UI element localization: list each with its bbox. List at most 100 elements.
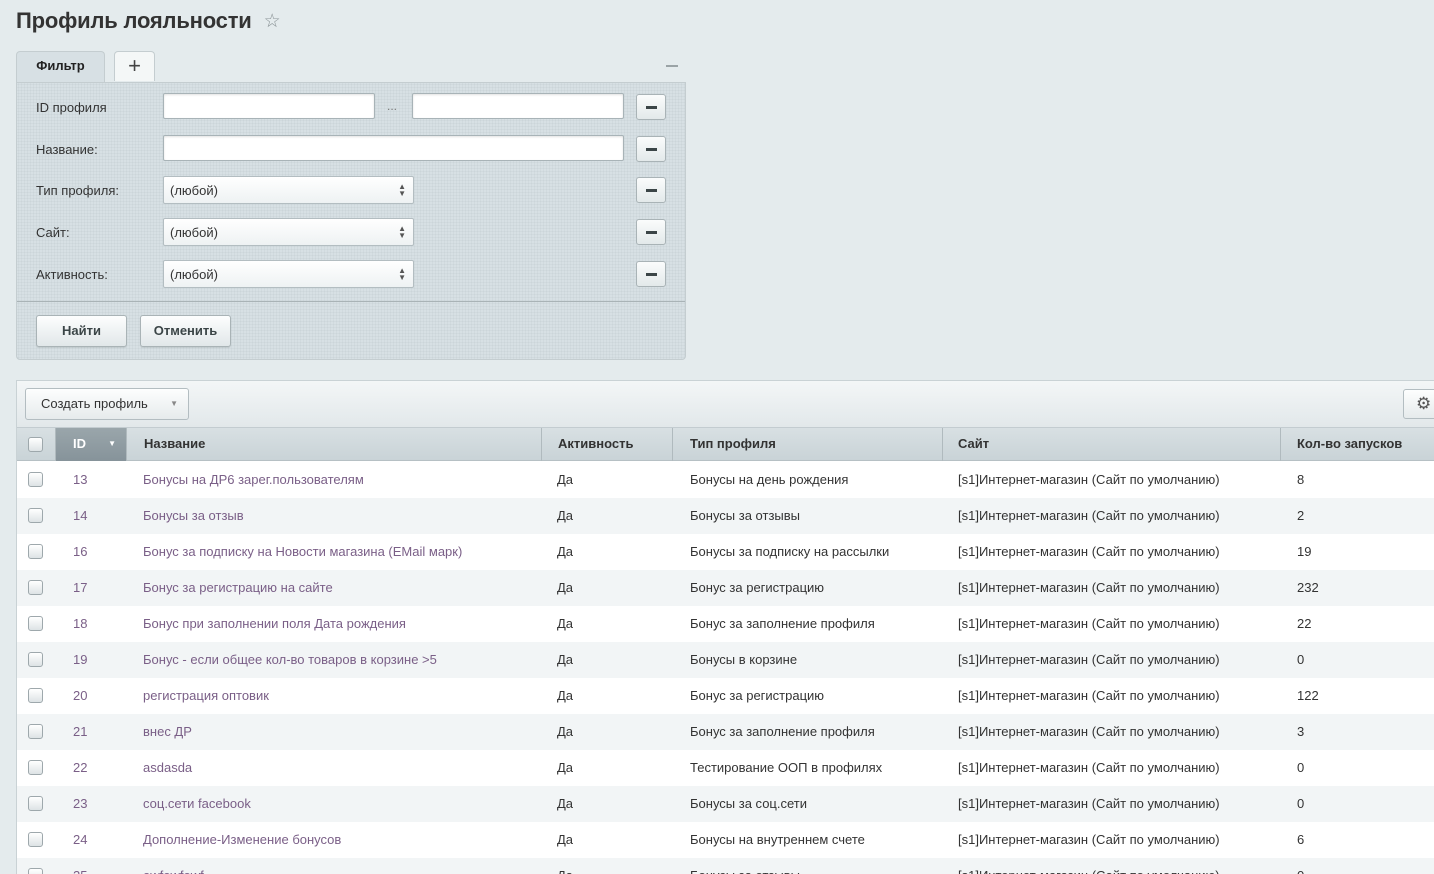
- row-type: Бонусы на внутреннем счете: [690, 832, 865, 847]
- add-filter-tab-button[interactable]: +: [114, 51, 155, 81]
- remove-field-type-button[interactable]: [636, 177, 666, 203]
- row-type: Бонусы за подписку на рассылки: [690, 544, 890, 559]
- create-profile-button[interactable]: Создать профиль ▼: [25, 388, 189, 420]
- star-icon[interactable]: ☆: [264, 12, 281, 31]
- row-checkbox[interactable]: [28, 832, 43, 847]
- row-checkbox[interactable]: [28, 508, 43, 523]
- row-checkbox[interactable]: [28, 760, 43, 775]
- row-type: Бонус за заполнение профиля: [690, 724, 875, 739]
- table-row[interactable]: 23 соц.сети facebook Да Бонусы за соц.сети […: [17, 786, 1434, 822]
- filter-panel: ID профиля ... Название: Тип профиля: (л…: [16, 82, 686, 360]
- table-row[interactable]: 16 Бонус за подписку на Новости магазина …: [17, 534, 1434, 570]
- find-button[interactable]: Найти: [36, 315, 127, 347]
- updown-arrows-icon: ▲ ▼: [398, 266, 406, 282]
- row-name-link[interactable]: Бонус за подписку на Новости магазина (E…: [143, 534, 538, 570]
- table-row[interactable]: 17 Бонус за регистрацию на сайте Да Бонус з…: [17, 570, 1434, 606]
- row-type: Бонусы на день рождения: [690, 472, 849, 487]
- row-active: Да: [557, 616, 574, 631]
- row-checkbox[interactable]: [28, 796, 43, 811]
- row-id[interactable]: 20: [73, 678, 133, 714]
- column-id[interactable]: ID ▼: [56, 428, 127, 461]
- active-select-value: (любой): [170, 267, 218, 282]
- cancel-button[interactable]: Отменить: [140, 315, 231, 347]
- row-site: [s1]Интернет-магазин (Сайт по умолчанию): [958, 724, 1220, 739]
- name-input[interactable]: [163, 135, 624, 161]
- row-checkbox[interactable]: [28, 472, 43, 487]
- filter-row-active: Активность: (любой) ▲ ▼: [17, 260, 685, 288]
- remove-field-active-button[interactable]: [636, 261, 666, 287]
- row-checkbox[interactable]: [28, 580, 43, 595]
- row-site: [s1]Интернет-магазин (Сайт по умолчанию): [958, 832, 1220, 847]
- site-select-value: (любой): [170, 225, 218, 240]
- row-name-link[interactable]: Бонусы за отзыв: [143, 498, 538, 534]
- site-select[interactable]: (любой) ▲ ▼: [163, 218, 414, 246]
- row-type: Бонусы за отзывы: [690, 858, 940, 874]
- column-site[interactable]: Сайт: [943, 428, 1281, 461]
- row-checkbox[interactable]: [28, 616, 43, 631]
- active-select[interactable]: (любой) ▲ ▼: [163, 260, 414, 288]
- row-active: Да: [557, 724, 574, 739]
- row-checkbox[interactable]: [28, 688, 43, 703]
- row-checkbox[interactable]: [28, 724, 43, 739]
- table-row[interactable]: 14 Бонусы за отзыв Да Бонусы за отзывы [s1]И…: [17, 498, 1434, 534]
- row-checkbox[interactable]: [28, 652, 43, 667]
- select-all-checkbox[interactable]: [28, 437, 43, 452]
- column-active[interactable]: Активность: [542, 428, 673, 461]
- row-name-link[interactable]: Бонус - если общее кол-во товаров в корз…: [143, 642, 538, 678]
- column-type[interactable]: Тип профиля: [673, 428, 943, 461]
- row-id[interactable]: 21: [73, 714, 133, 750]
- row-name-link[interactable]: Бонусы на ДР6 зарег.пользователям: [143, 462, 538, 498]
- row-id[interactable]: 19: [73, 642, 133, 678]
- row-id[interactable]: 13: [73, 462, 133, 498]
- row-id[interactable]: 23: [73, 786, 133, 822]
- table-row[interactable]: 20 регистрация оптовик Да Бонус за регистра…: [17, 678, 1434, 714]
- id-to-input[interactable]: [412, 93, 624, 119]
- column-name[interactable]: Название: [127, 428, 542, 461]
- row-name-link[interactable]: Бонус при заполнении поля Дата рождения: [143, 606, 538, 642]
- row-checkbox[interactable]: [28, 868, 43, 874]
- row-id[interactable]: 17: [73, 570, 133, 606]
- row-id[interactable]: 22: [73, 750, 133, 786]
- row-name-link[interactable]: Бонус за регистрацию на сайте: [143, 570, 538, 606]
- row-id[interactable]: 24: [73, 822, 133, 858]
- table-row[interactable]: 21 внес ДР Да Бонус за заполнение профиля [s…: [17, 714, 1434, 750]
- table-row[interactable]: 18 Бонус при заполнении поля Дата рождени…: [17, 606, 1434, 642]
- row-id[interactable]: 18: [73, 606, 133, 642]
- row-name-link[interactable]: внес ДР: [143, 714, 538, 750]
- header-checkbox-cell: [17, 428, 56, 461]
- table-row[interactable]: 13 Бонусы на ДР6 зарег.пользователям Да Бон…: [17, 462, 1434, 498]
- row-name-link[interactable]: ewfewfewf: [143, 858, 538, 874]
- filter-label-id: ID профиля: [36, 100, 107, 115]
- remove-field-name-button[interactable]: [636, 136, 666, 162]
- table-row[interactable]: 25 ewfewfewf Да Бонусы за отзывы [s1]Интерне…: [17, 858, 1434, 874]
- row-name-link[interactable]: Дополнение-Изменение бонусов: [143, 822, 538, 858]
- row-id[interactable]: 25: [73, 858, 133, 874]
- settings-button[interactable]: ⚙: [1403, 389, 1434, 419]
- row-active: Да: [557, 832, 574, 847]
- column-runs[interactable]: Кол-во запусков: [1281, 428, 1434, 461]
- row-runs: 19: [1297, 544, 1312, 559]
- gear-icon: ⚙: [1416, 394, 1432, 413]
- type-select[interactable]: (любой) ▲ ▼: [163, 176, 414, 204]
- row-active: Да: [557, 760, 574, 775]
- remove-field-id-button[interactable]: [636, 94, 666, 120]
- remove-field-site-button[interactable]: [636, 219, 666, 245]
- row-checkbox[interactable]: [28, 544, 43, 559]
- table-row[interactable]: 22 asdasda Да Тестирование ООП в профилях [s…: [17, 750, 1434, 786]
- row-name-link[interactable]: соц.сети facebook: [143, 786, 538, 822]
- collapse-filter-icon[interactable]: [666, 65, 678, 67]
- filter-label-name: Название:: [36, 142, 98, 157]
- page-header: Профиль лояльности ☆: [16, 8, 281, 34]
- type-select-value: (любой): [170, 183, 218, 198]
- filter-label-active: Активность:: [36, 267, 108, 282]
- table-row[interactable]: 19 Бонус - если общее кол-во товаров в ко…: [17, 642, 1434, 678]
- row-id[interactable]: 14: [73, 498, 133, 534]
- tab-filter[interactable]: Фильтр: [16, 51, 105, 82]
- row-name-link[interactable]: asdasda: [143, 750, 538, 786]
- row-site: [s1]Интернет-магазин (Сайт по умолчанию): [958, 472, 1220, 487]
- id-from-input[interactable]: [163, 93, 375, 119]
- row-name-link[interactable]: регистрация оптовик: [143, 678, 538, 714]
- row-runs: 0: [1297, 796, 1305, 811]
- row-id[interactable]: 16: [73, 534, 133, 570]
- table-row[interactable]: 24 Дополнение-Изменение бонусов Да Бонусы н…: [17, 822, 1434, 858]
